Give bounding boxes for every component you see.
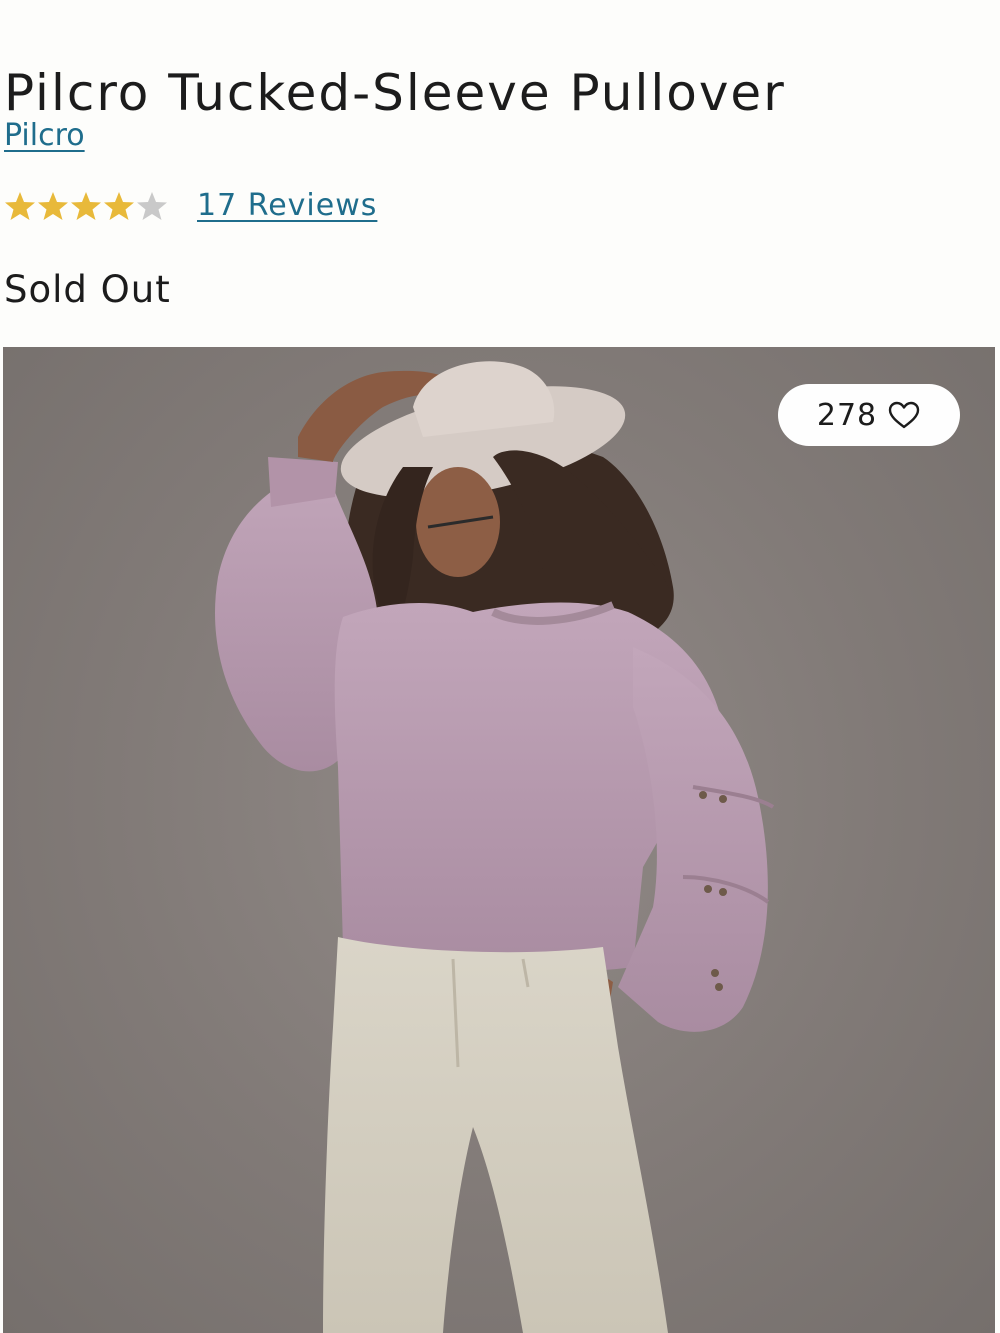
product-title: Pilcro Tucked-Sleeve Pullover [4, 63, 786, 122]
availability-status: Sold Out [4, 268, 171, 311]
favorites-count: 278 [816, 397, 878, 433]
star-filled-icon [38, 191, 68, 220]
heart-icon [888, 401, 920, 429]
star-rating [4, 190, 169, 222]
star-empty-icon [137, 191, 167, 220]
star-filled-icon [104, 191, 134, 220]
star-filled-icon [71, 191, 101, 220]
rating-row: 17 Reviews [4, 188, 377, 223]
product-image[interactable] [3, 347, 995, 1333]
brand-link[interactable]: Pilcro [4, 118, 85, 153]
favorite-button[interactable]: 278 [778, 384, 960, 446]
product-page: Pilcro Tucked-Sleeve Pullover Pilcro 17 … [0, 0, 1000, 1333]
product-photo [215, 361, 775, 1333]
star-filled-icon [5, 191, 35, 220]
reviews-link[interactable]: 17 Reviews [197, 188, 377, 223]
